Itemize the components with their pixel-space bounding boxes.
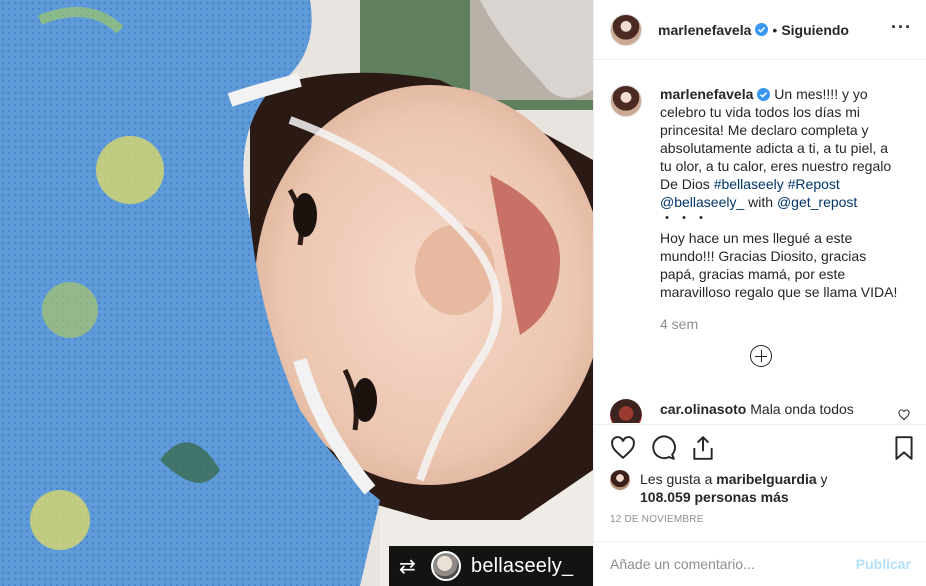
- mention-get-repost[interactable]: @get_repost: [777, 194, 857, 210]
- post-date[interactable]: 12 DE NOVIEMBRE: [610, 514, 704, 525]
- liker-username[interactable]: maribelguardia: [716, 471, 816, 487]
- more-options-icon[interactable]: ···: [891, 18, 912, 36]
- repost-avatar: [431, 551, 461, 581]
- likes-middle: y: [816, 471, 828, 487]
- likes-prefix: Les gusta a: [640, 471, 717, 487]
- caption-dots: ・・・: [660, 210, 711, 226]
- hashtag-repost[interactable]: #Repost: [788, 176, 840, 192]
- comment-item: car.olinasoto Mala onda todos: [610, 399, 910, 423]
- comment-body: Mala onda todos: [750, 401, 854, 417]
- caption-avatar[interactable]: [610, 85, 642, 117]
- hashtag-bellaseely[interactable]: #bellaseely: [714, 176, 784, 192]
- caption-username[interactable]: marlenefavela: [660, 86, 753, 102]
- liker-avatar[interactable]: [610, 470, 630, 490]
- separator-dot: •: [772, 21, 778, 38]
- caption-time[interactable]: 4 sem: [660, 315, 900, 333]
- likes-count[interactable]: 108.059 personas más: [640, 489, 789, 505]
- likes-text: Les gusta a maribelguardia y 108.059 per…: [640, 470, 828, 506]
- commenter-avatar[interactable]: [610, 399, 642, 423]
- caption-text: marlenefavela Un mes!!!! y yo celebro tu…: [660, 85, 900, 333]
- verified-badge-icon: [757, 88, 771, 101]
- share-icon[interactable]: [690, 435, 716, 461]
- post-header: marlenefavela • Siguiendo ···: [594, 0, 926, 60]
- action-bar: [594, 424, 926, 472]
- caption-with: with: [744, 194, 777, 210]
- load-more-comments-icon[interactable]: [750, 345, 772, 367]
- mention-bellaseely[interactable]: @bellaseely_: [660, 194, 744, 210]
- post-photo[interactable]: ⇄ bellaseely_: [0, 0, 593, 586]
- repost-watermark: ⇄ bellaseely_: [389, 546, 593, 586]
- publish-button[interactable]: Publicar: [856, 556, 911, 572]
- comment-like-heart-icon[interactable]: [898, 409, 910, 421]
- commenter-username[interactable]: car.olinasoto: [660, 401, 746, 417]
- verified-badge-icon: [755, 23, 769, 36]
- like-heart-icon[interactable]: [610, 435, 636, 461]
- caption-body-2: Hoy hace un mes llegué a este mundo!!! G…: [660, 230, 898, 300]
- following-button[interactable]: Siguiendo: [781, 22, 849, 38]
- comment-input[interactable]: [610, 556, 856, 572]
- comment-text: car.olinasoto Mala onda todos: [660, 400, 854, 418]
- repost-icon: ⇄: [399, 554, 416, 578]
- post-sidebar: marlenefavela • Siguiendo ··· marlenefav…: [593, 0, 926, 586]
- comment-bubble-icon[interactable]: [650, 435, 676, 461]
- comments-area[interactable]: marlenefavela Un mes!!!! y yo celebro tu…: [594, 61, 926, 423]
- photo-scene: [0, 0, 593, 586]
- likes-summary: Les gusta a maribelguardia y 108.059 per…: [610, 470, 910, 506]
- repost-username: bellaseely_: [471, 554, 574, 577]
- author-username[interactable]: marlenefavela: [658, 22, 751, 38]
- caption: marlenefavela Un mes!!!! y yo celebro tu…: [594, 61, 926, 333]
- bookmark-icon[interactable]: [891, 435, 917, 461]
- add-comment-bar: Publicar: [594, 541, 926, 586]
- author-avatar[interactable]: [610, 13, 642, 46]
